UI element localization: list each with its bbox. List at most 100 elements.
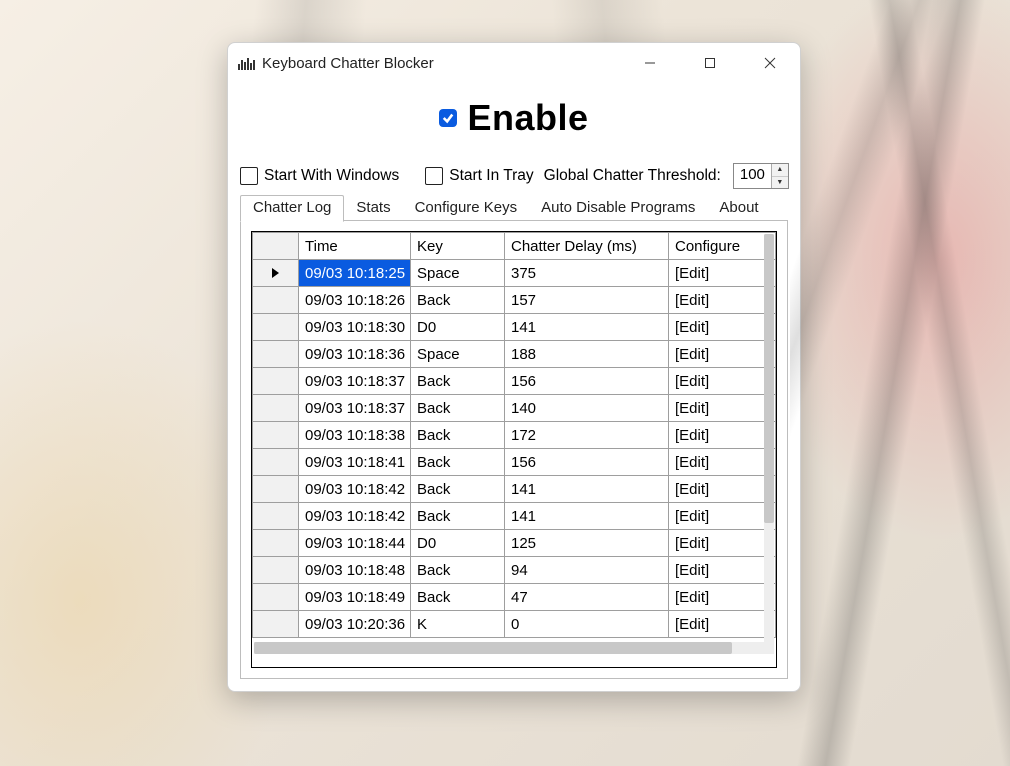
table-row[interactable]: 09/03 10:18:44D0125[Edit] (253, 530, 776, 557)
cell-time[interactable]: 09/03 10:18:44 (299, 530, 411, 557)
cell-key[interactable]: D0 (411, 530, 505, 557)
start-in-tray-label[interactable]: Start In Tray (449, 167, 533, 185)
tab-about[interactable]: About (707, 196, 770, 221)
cell-delay[interactable]: 141 (505, 314, 669, 341)
table-row[interactable]: 09/03 10:18:37Back140[Edit] (253, 395, 776, 422)
cell-time[interactable]: 09/03 10:18:37 (299, 368, 411, 395)
table-row[interactable]: 09/03 10:18:25Space375[Edit] (253, 260, 776, 287)
row-header[interactable] (253, 557, 299, 584)
cell-key[interactable]: D0 (411, 314, 505, 341)
cell-key[interactable]: Back (411, 422, 505, 449)
enable-checkbox[interactable] (439, 109, 457, 127)
table-row[interactable]: 09/03 10:18:36Space188[Edit] (253, 341, 776, 368)
cell-time[interactable]: 09/03 10:18:37 (299, 395, 411, 422)
table-row[interactable]: 09/03 10:18:26Back157[Edit] (253, 287, 776, 314)
cell-key[interactable]: Back (411, 368, 505, 395)
col-key[interactable]: Key (411, 233, 505, 260)
row-header[interactable] (253, 341, 299, 368)
cell-delay[interactable]: 156 (505, 368, 669, 395)
col-configure[interactable]: Configure (669, 233, 776, 260)
cell-time[interactable]: 09/03 10:18:49 (299, 584, 411, 611)
tab-configure-keys[interactable]: Configure Keys (403, 196, 530, 221)
cell-key[interactable]: Space (411, 341, 505, 368)
table-row[interactable]: 09/03 10:18:49Back47[Edit] (253, 584, 776, 611)
row-header[interactable] (253, 584, 299, 611)
cell-delay[interactable]: 172 (505, 422, 669, 449)
titlebar[interactable]: Keyboard Chatter Blocker (228, 43, 800, 83)
horizontal-scrollbar[interactable] (254, 642, 774, 654)
cell-time[interactable]: 09/03 10:18:25 (299, 260, 411, 287)
cell-delay[interactable]: 47 (505, 584, 669, 611)
table-row[interactable]: 09/03 10:18:38Back172[Edit] (253, 422, 776, 449)
row-header[interactable] (253, 530, 299, 557)
cell-edit-link[interactable]: [Edit] (669, 530, 776, 557)
cell-time[interactable]: 09/03 10:18:26 (299, 287, 411, 314)
cell-edit-link[interactable]: [Edit] (669, 260, 776, 287)
close-button[interactable] (740, 43, 800, 83)
table-row[interactable]: 09/03 10:18:30D0141[Edit] (253, 314, 776, 341)
cell-key[interactable]: Back (411, 287, 505, 314)
table-row[interactable]: 09/03 10:18:37Back156[Edit] (253, 368, 776, 395)
row-header[interactable] (253, 476, 299, 503)
enable-label[interactable]: Enable (467, 97, 588, 139)
row-header[interactable] (253, 314, 299, 341)
table-row[interactable]: 09/03 10:18:42Back141[Edit] (253, 503, 776, 530)
table-row[interactable]: 09/03 10:20:36K0[Edit] (253, 611, 776, 638)
horizontal-scroll-thumb[interactable] (254, 642, 732, 654)
cell-edit-link[interactable]: [Edit] (669, 341, 776, 368)
spinner-up-icon[interactable]: ▲ (772, 164, 788, 177)
spinner-down-icon[interactable]: ▼ (772, 177, 788, 189)
row-header[interactable] (253, 260, 299, 287)
cell-key[interactable]: Space (411, 260, 505, 287)
minimize-button[interactable] (620, 43, 680, 83)
tab-stats[interactable]: Stats (344, 196, 402, 221)
cell-edit-link[interactable]: [Edit] (669, 368, 776, 395)
row-header-corner[interactable] (253, 233, 299, 260)
row-header[interactable] (253, 395, 299, 422)
chatter-log-grid[interactable]: Time Key Chatter Delay (ms) Configure 09… (251, 231, 777, 668)
row-header[interactable] (253, 422, 299, 449)
cell-key[interactable]: Back (411, 557, 505, 584)
cell-delay[interactable]: 141 (505, 503, 669, 530)
cell-key[interactable]: Back (411, 584, 505, 611)
cell-edit-link[interactable]: [Edit] (669, 422, 776, 449)
cell-time[interactable]: 09/03 10:18:38 (299, 422, 411, 449)
row-header[interactable] (253, 449, 299, 476)
cell-key[interactable]: K (411, 611, 505, 638)
cell-time[interactable]: 09/03 10:18:36 (299, 341, 411, 368)
cell-time[interactable]: 09/03 10:18:41 (299, 449, 411, 476)
vertical-scrollbar[interactable] (764, 234, 774, 647)
cell-edit-link[interactable]: [Edit] (669, 395, 776, 422)
table-row[interactable]: 09/03 10:18:41Back156[Edit] (253, 449, 776, 476)
cell-edit-link[interactable]: [Edit] (669, 503, 776, 530)
cell-key[interactable]: Back (411, 395, 505, 422)
cell-key[interactable]: Back (411, 476, 505, 503)
cell-delay[interactable]: 375 (505, 260, 669, 287)
row-header[interactable] (253, 368, 299, 395)
tab-auto-disable-programs[interactable]: Auto Disable Programs (529, 196, 707, 221)
cell-delay[interactable]: 157 (505, 287, 669, 314)
col-delay[interactable]: Chatter Delay (ms) (505, 233, 669, 260)
cell-delay[interactable]: 141 (505, 476, 669, 503)
cell-delay[interactable]: 188 (505, 341, 669, 368)
threshold-value[interactable]: 100 (734, 164, 771, 188)
cell-edit-link[interactable]: [Edit] (669, 557, 776, 584)
cell-key[interactable]: Back (411, 503, 505, 530)
col-time[interactable]: Time (299, 233, 411, 260)
row-header[interactable] (253, 287, 299, 314)
row-header[interactable] (253, 611, 299, 638)
cell-time[interactable]: 09/03 10:20:36 (299, 611, 411, 638)
tab-chatter-log[interactable]: Chatter Log (240, 195, 344, 222)
row-header[interactable] (253, 503, 299, 530)
table-row[interactable]: 09/03 10:18:48Back94[Edit] (253, 557, 776, 584)
cell-edit-link[interactable]: [Edit] (669, 476, 776, 503)
cell-delay[interactable]: 94 (505, 557, 669, 584)
cell-time[interactable]: 09/03 10:18:48 (299, 557, 411, 584)
cell-delay[interactable]: 156 (505, 449, 669, 476)
vertical-scroll-thumb[interactable] (764, 234, 774, 523)
cell-delay[interactable]: 0 (505, 611, 669, 638)
table-row[interactable]: 09/03 10:18:42Back141[Edit] (253, 476, 776, 503)
cell-time[interactable]: 09/03 10:18:42 (299, 503, 411, 530)
threshold-input[interactable]: 100 ▲ ▼ (733, 163, 789, 189)
cell-edit-link[interactable]: [Edit] (669, 449, 776, 476)
